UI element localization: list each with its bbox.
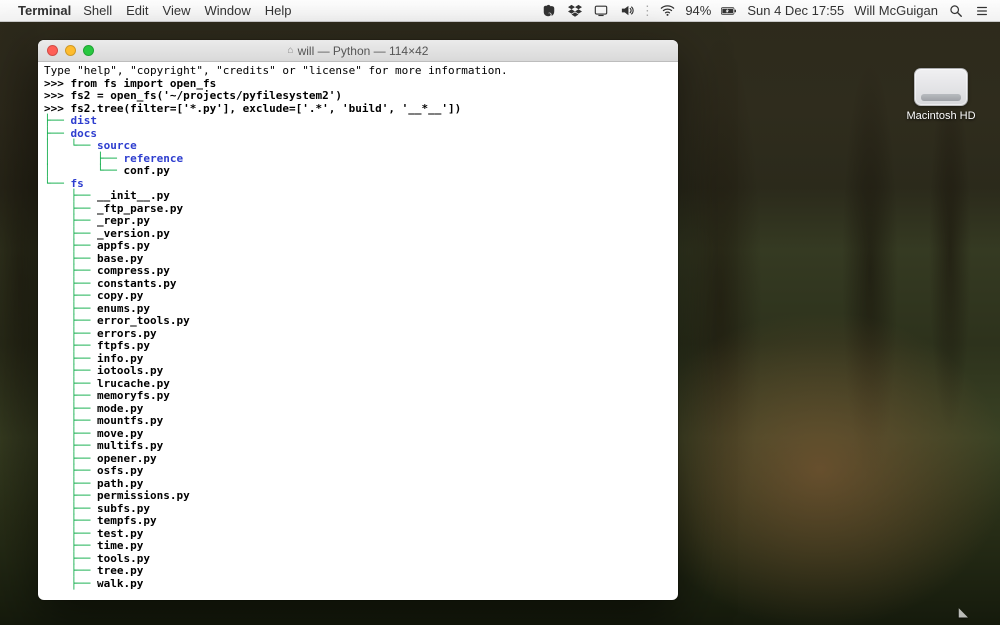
menu-edit[interactable]: Edit <box>126 3 148 18</box>
divider-icon: ⋮ <box>645 3 649 19</box>
tree-row: ├── error_tools.py <box>44 315 672 328</box>
tree-row: ├── mountfs.py <box>44 415 672 428</box>
tree-prefix: ├── <box>44 440 97 453</box>
tree-prefix: ├── <box>44 415 97 428</box>
tree-row: ├── copy.py <box>44 290 672 303</box>
tree-row: │ └── conf.py <box>44 165 672 178</box>
tree-row: ├── walk.py <box>44 578 672 591</box>
tree-file: appfs.py <box>97 240 150 253</box>
window-controls <box>38 45 94 56</box>
battery-percent[interactable]: 94% <box>685 3 711 18</box>
terminal-prompt-line: >>> fs2 = open_fs('~/projects/pyfilesyst… <box>44 90 672 103</box>
terminal-titlebar[interactable]: ⌂ will — Python — 114×42 <box>38 40 678 62</box>
evernote-icon[interactable] <box>541 3 557 19</box>
tree-prefix: ├── <box>44 465 97 478</box>
wifi-icon[interactable] <box>659 3 675 19</box>
tree-prefix: ├── <box>44 490 97 503</box>
tree-file: mountfs.py <box>97 415 163 428</box>
screen-icon[interactable] <box>593 3 609 19</box>
terminal-title: ⌂ will — Python — 114×42 <box>38 44 678 58</box>
menu-window[interactable]: Window <box>205 3 251 18</box>
menubar-app-name[interactable]: Terminal <box>18 3 71 18</box>
tree-prefix: ├── <box>44 265 97 278</box>
tree-prefix: ├── <box>44 540 97 553</box>
tree-prefix: ├── <box>44 578 97 591</box>
tree-row: ├── multifs.py <box>44 440 672 453</box>
menu-help[interactable]: Help <box>265 3 292 18</box>
tree-prefix: ├── <box>44 115 71 128</box>
menubar-datetime[interactable]: Sun 4 Dec 17:55 <box>747 3 844 18</box>
tree-prefix: ├── <box>44 340 97 353</box>
tree-row: ├── permissions.py <box>44 490 672 503</box>
terminal-prompt-line: >>> fs2.tree(filter=['*.py'], exclude=['… <box>44 103 672 116</box>
battery-charging-icon[interactable] <box>721 3 737 19</box>
tree-row: ├── osfs.py <box>44 465 672 478</box>
tree-file: error_tools.py <box>97 315 190 328</box>
tree-row: ├── tree.py <box>44 565 672 578</box>
tree-file: compress.py <box>97 265 170 278</box>
tree-file: multifs.py <box>97 440 163 453</box>
tree-file: osfs.py <box>97 465 143 478</box>
tree-dir: source <box>97 140 137 153</box>
tree-prefix: ├── <box>44 565 97 578</box>
notification-center-icon[interactable] <box>974 3 990 19</box>
dropbox-icon[interactable] <box>567 3 583 19</box>
terminal-body[interactable]: Type "help", "copyright", "credits" or "… <box>38 62 678 600</box>
tree-prefix: ├── <box>44 190 97 203</box>
zoom-button[interactable] <box>83 45 94 56</box>
dock-reveal-arrow-icon[interactable]: ◣ <box>959 605 968 619</box>
terminal-intro: Type "help", "copyright", "credits" or "… <box>44 65 672 78</box>
menu-view[interactable]: View <box>163 3 191 18</box>
tree-prefix: │ └── <box>44 165 123 178</box>
tree-row: ├── iotools.py <box>44 365 672 378</box>
tree-file: conf.py <box>123 165 169 178</box>
tree-file: tree.py <box>97 565 143 578</box>
tree-dir: dist <box>71 115 98 128</box>
tree-prefix: ├── <box>44 240 97 253</box>
volume-icon[interactable] <box>619 3 635 19</box>
tree-prefix: ├── <box>44 390 97 403</box>
tree-prefix: │ └── <box>44 140 97 153</box>
tree-file: walk.py <box>97 578 143 591</box>
tree-row: ├── __init__.py <box>44 190 672 203</box>
tree-prefix: ├── <box>44 290 97 303</box>
close-button[interactable] <box>47 45 58 56</box>
tree-file: tempfs.py <box>97 515 157 528</box>
terminal-tree: ├── dist├── docs│ └── source│ ├── refere… <box>44 115 672 590</box>
tree-file: __init__.py <box>97 190 170 203</box>
tree-prefix: ├── <box>44 515 97 528</box>
menu-shell[interactable]: Shell <box>83 3 112 18</box>
minimize-button[interactable] <box>65 45 76 56</box>
tree-row: ├── tempfs.py <box>44 515 672 528</box>
tree-row: │ └── source <box>44 140 672 153</box>
desktop-hd-label: Macintosh HD <box>902 110 980 122</box>
tree-row: ├── _repr.py <box>44 215 672 228</box>
terminal-window[interactable]: ⌂ will — Python — 114×42 Type "help", "c… <box>38 40 678 600</box>
terminal-title-text: will — Python — 114×42 <box>298 44 429 58</box>
tree-prefix: ├── <box>44 315 97 328</box>
tree-prefix: ├── <box>44 365 97 378</box>
tree-row: ├── docs <box>44 128 672 141</box>
tree-file: permissions.py <box>97 490 190 503</box>
tree-row: ├── compress.py <box>44 265 672 278</box>
menubar[interactable]: Terminal Shell Edit View Window Help ⋮ 9… <box>0 0 1000 22</box>
tree-file: memoryfs.py <box>97 390 170 403</box>
desktop-hd-icon[interactable]: Macintosh HD <box>902 68 980 122</box>
tree-row: ├── ftpfs.py <box>44 340 672 353</box>
tree-file: copy.py <box>97 290 143 303</box>
tree-file: _repr.py <box>97 215 150 228</box>
tree-row: ├── time.py <box>44 540 672 553</box>
tree-file: ftpfs.py <box>97 340 150 353</box>
spotlight-icon[interactable] <box>948 3 964 19</box>
disk-icon <box>914 68 968 106</box>
tree-row: ├── dist <box>44 115 672 128</box>
tree-file: iotools.py <box>97 365 163 378</box>
tree-file: time.py <box>97 540 143 553</box>
home-icon: ⌂ <box>288 45 294 56</box>
menubar-user[interactable]: Will McGuigan <box>854 3 938 18</box>
tree-row: ├── memoryfs.py <box>44 390 672 403</box>
tree-row: ├── appfs.py <box>44 240 672 253</box>
tree-prefix: ├── <box>44 215 97 228</box>
menubar-status-area: ⋮ 94% Sun 4 Dec 17:55 Will McGuigan <box>541 3 990 19</box>
